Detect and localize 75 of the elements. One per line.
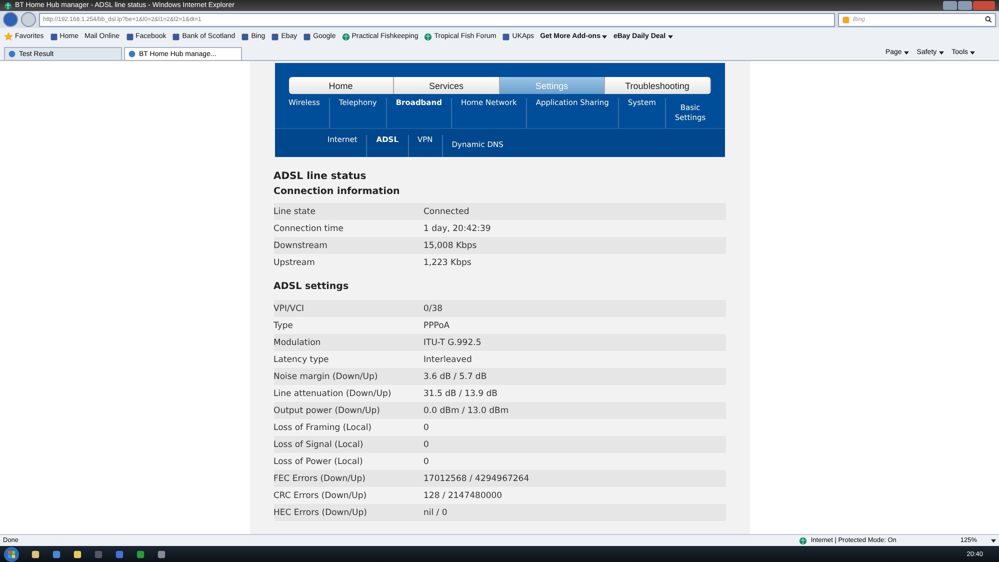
page-icon <box>8 50 16 58</box>
main-tab[interactable]: Troubleshooting <box>605 77 710 94</box>
globe-icon <box>342 32 350 40</box>
page-title: ADSL line status <box>274 171 368 182</box>
back-button[interactable] <box>3 12 18 27</box>
field-label: Downstream <box>274 240 328 250</box>
forward-button[interactable] <box>21 12 36 27</box>
caret-icon <box>970 50 975 54</box>
folder-icon <box>31 550 40 558</box>
field-value: 0 <box>424 440 429 450</box>
search-icon[interactable] <box>985 16 992 23</box>
field-label: Latency type <box>274 354 330 364</box>
field-label: CRC Errors (Down/Up) <box>274 490 368 500</box>
browser-icon <box>52 550 61 558</box>
page-icon <box>128 50 136 58</box>
section-title: Connection information <box>274 186 401 197</box>
field-value: 0.0 dBm / 13.0 dBm <box>424 406 509 416</box>
folder-icon <box>73 550 82 558</box>
section-title: ADSL settings <box>274 281 350 292</box>
field-value: ITU-T G.992.5 <box>424 338 482 348</box>
site-icon <box>126 32 134 40</box>
field-value: Interleaved <box>424 354 472 364</box>
field-label: Loss of Framing (Local) <box>274 422 373 432</box>
main-tab[interactable]: Services <box>394 77 500 94</box>
field-value: 0/38 <box>424 304 443 314</box>
field-value: 3.6 dB / 5.7 dB <box>424 372 487 382</box>
field-value: 1 day, 20:42:39 <box>424 224 491 234</box>
field-label: Loss of Signal (Local) <box>274 440 364 450</box>
site-icon <box>271 32 280 40</box>
field-label: Connection time <box>274 224 345 234</box>
field-label: Modulation <box>274 338 322 348</box>
site-icon <box>50 32 58 40</box>
star-icon <box>4 32 13 41</box>
site-icon <box>502 32 510 40</box>
main-tab[interactable]: Home <box>288 77 394 94</box>
app-icon <box>94 550 103 558</box>
app-icon <box>136 550 145 558</box>
field-value: 0 <box>424 456 429 466</box>
site-icon <box>172 32 180 40</box>
app-icon <box>115 550 124 558</box>
globe-icon <box>424 32 432 40</box>
field-value: 17012568 / 4294967264 <box>424 474 530 484</box>
field-label: FEC Errors (Down/Up) <box>274 474 366 484</box>
app-icon <box>157 550 166 558</box>
start-button[interactable] <box>4 546 19 562</box>
site-icon <box>303 32 312 40</box>
internet-zone-icon <box>798 536 807 544</box>
field-value: Connected <box>424 206 470 216</box>
field-value: 128 / 2147480000 <box>424 490 502 500</box>
field-value: PPPoA <box>424 320 450 330</box>
field-label: VPI/VCI <box>274 304 306 314</box>
field-label: Loss of Power (Local) <box>274 456 364 466</box>
field-value: 1,223 Kbps <box>424 258 472 268</box>
field-value: 31.5 dB / 13.9 dB <box>424 388 498 398</box>
caret-icon <box>991 538 996 542</box>
close-button[interactable] <box>973 1 995 10</box>
maximize-button[interactable] <box>958 1 972 10</box>
field-label: Line state <box>274 206 316 216</box>
minimize-button[interactable] <box>943 1 957 10</box>
field-label: HEC Errors (Down/Up) <box>274 508 368 518</box>
field-label: Noise margin (Down/Up) <box>274 372 379 382</box>
field-value: nil / 0 <box>424 508 448 518</box>
field-label: Type <box>274 320 294 330</box>
search-provider-icon <box>842 16 850 24</box>
field-label: Upstream <box>274 258 316 268</box>
caret-icon <box>602 34 608 38</box>
field-value: 15,008 Kbps <box>424 240 477 250</box>
field-value: 0 <box>424 422 429 432</box>
site-icon <box>241 32 250 40</box>
caret-icon <box>938 50 944 54</box>
field-label: Output power (Down/Up) <box>274 406 381 416</box>
browser-icon <box>4 2 12 10</box>
caret-icon <box>904 50 909 54</box>
caret-icon <box>668 34 673 38</box>
field-label: Line attenuation (Down/Up) <box>274 388 392 398</box>
